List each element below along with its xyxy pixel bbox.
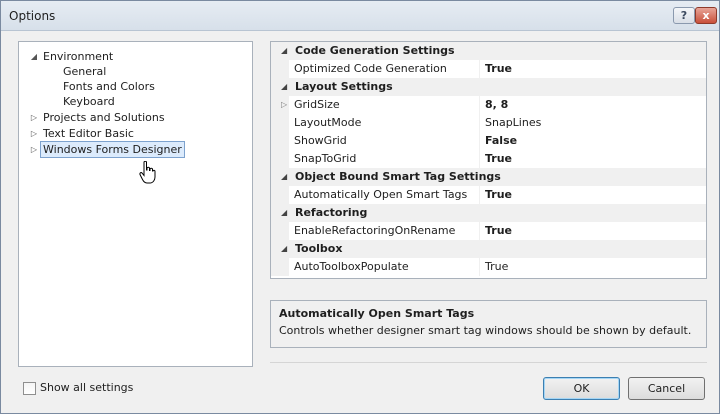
tree-item-label: Keyboard (63, 95, 115, 108)
property-row[interactable]: EnableRefactoringOnRename True (271, 222, 706, 240)
row-gutter (271, 222, 289, 240)
tree-item[interactable]: Fonts and Colors (19, 79, 249, 95)
tree-item-label: General (63, 65, 107, 78)
tree-item[interactable]: ▷ Windows Forms Designer (19, 141, 249, 158)
property-category[interactable]: ◢ Code Generation Settings (271, 42, 706, 60)
column-divider[interactable] (479, 222, 480, 240)
tree-item[interactable]: ▷ Text Editor Basic (19, 126, 249, 142)
description-text: Controls whether designer smart tag wind… (279, 324, 692, 337)
category-label: Layout Settings (295, 80, 393, 93)
row-gutter (271, 60, 289, 78)
column-divider[interactable] (479, 96, 480, 114)
property-value[interactable]: True (485, 186, 512, 204)
tree-item[interactable]: ▷ Projects and Solutions (19, 110, 249, 126)
property-name: AutoToolboxPopulate (294, 260, 409, 273)
property-row[interactable]: Optimized Code Generation True (271, 60, 706, 78)
footer-divider (270, 362, 707, 363)
category-label: Toolbox (295, 242, 343, 255)
column-divider[interactable] (479, 114, 480, 132)
expand-arrow-icon[interactable]: ▷ (281, 96, 287, 114)
collapse-arrow-icon[interactable]: ◢ (281, 204, 287, 222)
column-divider[interactable] (479, 150, 480, 168)
tree-item-label: Text Editor Basic (43, 127, 134, 140)
collapse-arrow-icon[interactable]: ◢ (281, 240, 287, 258)
property-row[interactable]: ▷ GridSize 8, 8 (271, 96, 706, 114)
property-name: EnableRefactoringOnRename (294, 224, 456, 237)
hand-cursor-icon (139, 161, 156, 184)
row-gutter (271, 186, 289, 204)
cancel-button[interactable]: Cancel (628, 377, 705, 400)
close-button[interactable]: x (695, 7, 717, 24)
show-all-settings-label[interactable]: Show all settings (40, 381, 133, 394)
property-row[interactable]: AutoToolboxPopulate True (271, 258, 706, 276)
collapse-arrow-icon[interactable]: ◢ (29, 49, 39, 65)
show-all-settings-checkbox[interactable] (23, 382, 36, 395)
tree-item-label: Projects and Solutions (43, 111, 165, 124)
collapse-arrow-icon[interactable]: ◢ (281, 168, 287, 186)
row-gutter (271, 258, 289, 276)
property-name: GridSize (294, 98, 340, 111)
expand-arrow-icon[interactable]: ▷ (29, 110, 39, 126)
row-gutter (271, 132, 289, 150)
options-dialog: Options ? x ◢ Environment General Fonts and… (0, 0, 720, 414)
property-row[interactable]: ShowGrid False (271, 132, 706, 150)
options-tree[interactable]: ◢ Environment General Fonts and Colors Keybo… (18, 41, 253, 367)
tree-item-label: Fonts and Colors (63, 80, 155, 93)
property-category[interactable]: ◢ Layout Settings (271, 78, 706, 96)
collapse-arrow-icon[interactable]: ◢ (281, 78, 287, 96)
row-gutter (271, 114, 289, 132)
property-name: Optimized Code Generation (294, 62, 447, 75)
property-value[interactable]: 8, 8 (485, 96, 508, 114)
property-row[interactable]: LayoutMode SnapLines (271, 114, 706, 132)
category-label: Code Generation Settings (295, 44, 455, 57)
tree-item[interactable]: ◢ Environment (19, 49, 249, 65)
property-name: Automatically Open Smart Tags (294, 188, 468, 201)
property-value[interactable]: True (485, 60, 512, 78)
collapse-arrow-icon[interactable]: ◢ (281, 42, 287, 60)
property-grid[interactable]: ◢ Code Generation Settings Optimized Code … (270, 41, 707, 279)
tree-item-label: Environment (43, 50, 114, 63)
category-label: Refactoring (295, 206, 368, 219)
column-divider[interactable] (479, 186, 480, 204)
column-divider[interactable] (479, 60, 480, 78)
tree-item[interactable]: Keyboard (19, 94, 249, 110)
property-category[interactable]: ◢ Object Bound Smart Tag Settings (271, 168, 706, 186)
ok-button[interactable]: OK (543, 377, 620, 400)
description-pane: Automatically Open Smart Tags Controls w… (270, 300, 707, 348)
property-name: ShowGrid (294, 134, 347, 147)
tree-item-label: Windows Forms Designer (40, 141, 185, 158)
property-row[interactable]: SnapToGrid True (271, 150, 706, 168)
property-value[interactable]: True (485, 150, 512, 168)
property-value[interactable]: True (485, 258, 508, 276)
window-title: Options (9, 9, 56, 23)
property-category[interactable]: ◢ Refactoring (271, 204, 706, 222)
title-bar[interactable]: Options ? x (1, 1, 719, 31)
property-value[interactable]: False (485, 132, 517, 150)
column-divider[interactable] (479, 132, 480, 150)
property-value[interactable]: SnapLines (485, 114, 541, 132)
tree-item[interactable]: General (19, 64, 249, 80)
property-name: SnapToGrid (294, 152, 357, 165)
property-value[interactable]: True (485, 222, 512, 240)
description-title: Automatically Open Smart Tags (279, 307, 475, 320)
category-label: Object Bound Smart Tag Settings (295, 170, 501, 183)
column-divider[interactable] (479, 258, 480, 276)
property-name: LayoutMode (294, 116, 362, 129)
property-row[interactable]: Automatically Open Smart Tags True (271, 186, 706, 204)
help-button[interactable]: ? (673, 7, 695, 24)
property-category[interactable]: ◢ Toolbox (271, 240, 706, 258)
expand-arrow-icon[interactable]: ▷ (29, 142, 39, 158)
expand-arrow-icon[interactable]: ▷ (29, 126, 39, 142)
row-gutter (271, 150, 289, 168)
